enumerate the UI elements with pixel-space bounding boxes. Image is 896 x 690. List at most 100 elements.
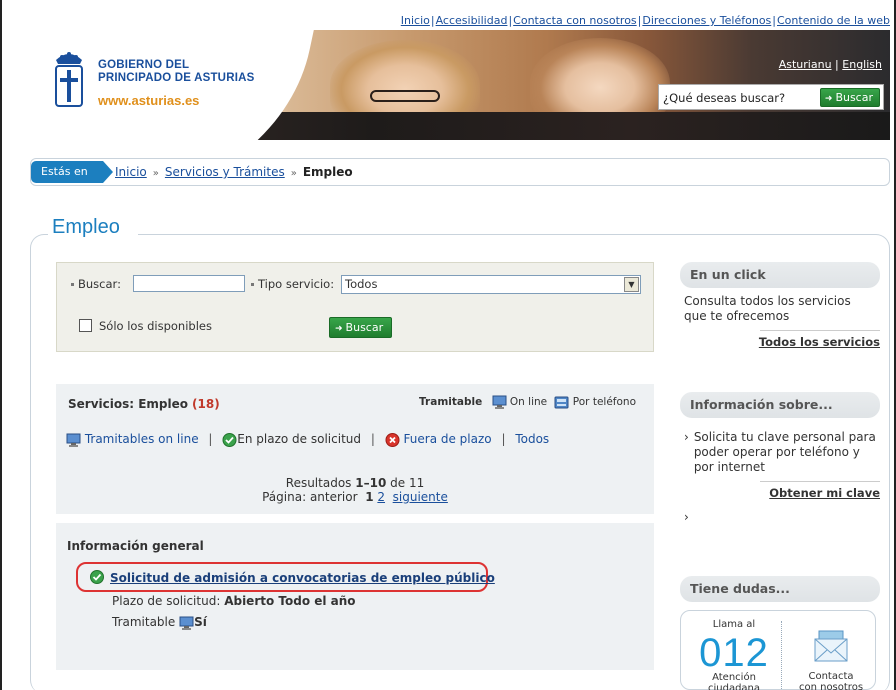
filter-search-button[interactable]: ➜ Buscar	[329, 317, 393, 338]
banner-glasses	[370, 90, 440, 102]
chevron-right-icon[interactable]: ›	[680, 510, 880, 525]
sidebar-dudas: Tiene dudas...	[680, 576, 880, 602]
sidebar-divider	[760, 330, 880, 331]
tramitable-legend-label: Tramitable	[419, 396, 483, 408]
breadcrumb-inicio[interactable]: Inicio	[115, 165, 147, 179]
lang-asturianu[interactable]: Asturianu	[779, 58, 832, 71]
page-next-link[interactable]: siguiente	[393, 490, 448, 504]
toplink-accesibilidad[interactable]: Accesibilidad	[436, 14, 508, 27]
filter-todos-link[interactable]: Todos	[515, 432, 549, 446]
llama-al-label: Llama al	[712, 619, 756, 630]
sidebar-click-text: Consulta todos los servicios que te ofre…	[684, 294, 851, 323]
sidebar-dudas-title: Tiene dudas...	[680, 576, 880, 602]
top-links: Inicio|Accesibilidad|Contacta con nosotr…	[400, 14, 890, 27]
site-header: Inicio|Accesibilidad|Contacta con nosotr…	[30, 0, 890, 140]
asturias-crest-icon	[55, 52, 83, 107]
info-general-heading: Información general	[67, 539, 204, 553]
toplink-contacta[interactable]: Contacta con nosotros	[513, 14, 637, 27]
logo-line2: PRINCIPADO DE ASTURIAS	[98, 72, 255, 84]
filter-online-link[interactable]: Tramitables on line	[85, 432, 199, 446]
atencion-line2: ciudadana	[707, 683, 761, 690]
results-line: Resultados 1–10 de 11	[56, 476, 654, 490]
computer-icon	[179, 616, 194, 630]
contact-card-divider	[781, 621, 782, 690]
page-current: 1	[365, 490, 374, 504]
breadcrumb-separator-icon: »	[152, 168, 159, 179]
results-prefix: Resultados	[285, 476, 352, 490]
breadcrumb: Estás en Inicio » Servicios y Trámites » Emp…	[30, 158, 890, 186]
chevron-down-icon[interactable]: ▼	[624, 277, 639, 292]
site-search-button[interactable]: ➜ Buscar	[819, 88, 880, 107]
phone-number-012[interactable]: 012	[691, 631, 777, 676]
chevron-right-icon: ›	[684, 430, 689, 444]
filter-plazo-link[interactable]: En plazo de solicitud	[237, 432, 361, 446]
arrow-right-icon: ➜	[824, 94, 833, 104]
arrow-right-icon: ➜	[335, 324, 343, 334]
envelope-icon[interactable]	[811, 627, 851, 667]
services-count: (18)	[192, 397, 220, 411]
check-circle-icon	[222, 432, 237, 447]
filter-fuera-link[interactable]: Fuera de plazo	[404, 432, 492, 446]
page-title: Empleo	[52, 216, 120, 238]
contacta-label[interactable]: Contacta con nosotros	[785, 671, 877, 690]
solo-disponibles-checkbox[interactable]	[79, 319, 92, 332]
check-circle-icon	[90, 570, 104, 584]
results-range: 1–10	[355, 476, 387, 490]
lang-english[interactable]: English	[842, 58, 882, 71]
atencion-line1: Atención	[712, 672, 756, 683]
tramitable-label: Tramitable	[112, 615, 176, 629]
sidebar-informacion: Información sobre... › Solicita tu clave …	[680, 392, 880, 525]
tipo-servicio-select[interactable]: Todos ▼	[341, 275, 641, 294]
tipo-servicio-value: Todos	[345, 277, 378, 291]
site-search-button-label: Buscar	[835, 91, 873, 104]
sidebar-info-text: Solicita tu clave personal para poder op…	[693, 430, 876, 474]
todos-servicios-link[interactable]: Todos los servicios	[680, 335, 880, 349]
site-search-prompt: ¿Qué deseas buscar?	[663, 91, 786, 105]
obtener-clave-link[interactable]: Obtener mi clave	[680, 486, 880, 500]
tramitable-value: Sí	[194, 615, 207, 629]
page-2-link[interactable]: 2	[377, 490, 385, 504]
logo-title: GOBIERNO DEL PRINCIPADO DE ASTURIAS	[98, 59, 254, 85]
computer-icon	[66, 433, 81, 447]
bullet-icon	[71, 283, 74, 286]
breadcrumb-current: Empleo	[302, 165, 353, 179]
results-total: de 11	[390, 476, 425, 490]
buscar-label: Buscar:	[78, 277, 121, 291]
tipo-servicio-label: Tipo servicio:	[258, 277, 335, 291]
plazo-value: Abierto Todo el año	[224, 594, 356, 608]
atencion-ciudadana-label: Atención ciudadana	[691, 672, 777, 690]
site-search-box[interactable]: ¿Qué deseas buscar? ➜ Buscar	[658, 84, 884, 110]
services-heading-text: Servicios: Empleo	[68, 397, 189, 411]
service-item-link[interactable]: Solicitud de admisión a convocatorias de…	[110, 571, 495, 585]
buscar-input[interactable]	[133, 275, 245, 292]
language-switch: Asturianu | English	[779, 58, 882, 71]
tramitable-legend: Tramitable On line Por teléfono	[419, 395, 636, 409]
logo-line1: GOBIERNO DEL	[98, 59, 190, 71]
sidebar-click-title: En un click	[680, 262, 880, 288]
breadcrumb-servicios[interactable]: Servicios y Trámites	[165, 165, 285, 179]
breadcrumb-tag: Estás en	[31, 161, 113, 183]
error-circle-icon	[385, 432, 400, 447]
page-prev: anterior	[309, 490, 358, 504]
info-general-panel: Información general Solicitud de admisió…	[56, 523, 654, 670]
computer-icon	[492, 395, 507, 409]
site-logo[interactable]: GOBIERNO DEL PRINCIPADO DE ASTURIAS www.…	[46, 48, 286, 108]
bullet-icon	[251, 283, 254, 286]
contact-card: Llama al 012 Atención ciudadana Contacta c…	[680, 610, 876, 690]
toplink-direcciones[interactable]: Direcciones y Teléfonos	[642, 14, 771, 27]
header-banner-photo: GOBIERNO DEL PRINCIPADO DE ASTURIAS www.…	[30, 30, 890, 140]
toplink-contenido[interactable]: Contenido de la web	[777, 14, 890, 27]
sidebar-divider	[760, 481, 880, 482]
sidebar-info-title: Información sobre...	[680, 392, 880, 418]
filter-search-button-label: Buscar	[345, 321, 384, 334]
logo-url: www.asturias.es	[98, 93, 200, 108]
plazo-label: Plazo de solicitud:	[112, 594, 221, 608]
pagination: Página: anterior 1 2 siguiente	[56, 490, 654, 504]
services-panel: Servicios: Empleo (18) Tramitable On line…	[56, 384, 654, 514]
breadcrumb-items: Inicio » Servicios y Trámites » Empleo	[115, 165, 353, 179]
contacta-line1: Contacta	[808, 671, 854, 682]
sidebar-info-text-wrap: › Solicita tu clave personal para poder o…	[680, 430, 880, 475]
contacta-line2: con nosotros	[798, 682, 864, 690]
toplink-inicio[interactable]: Inicio	[401, 14, 430, 27]
sidebar-en-un-click: En un click Consulta todos los servicios…	[680, 262, 880, 349]
